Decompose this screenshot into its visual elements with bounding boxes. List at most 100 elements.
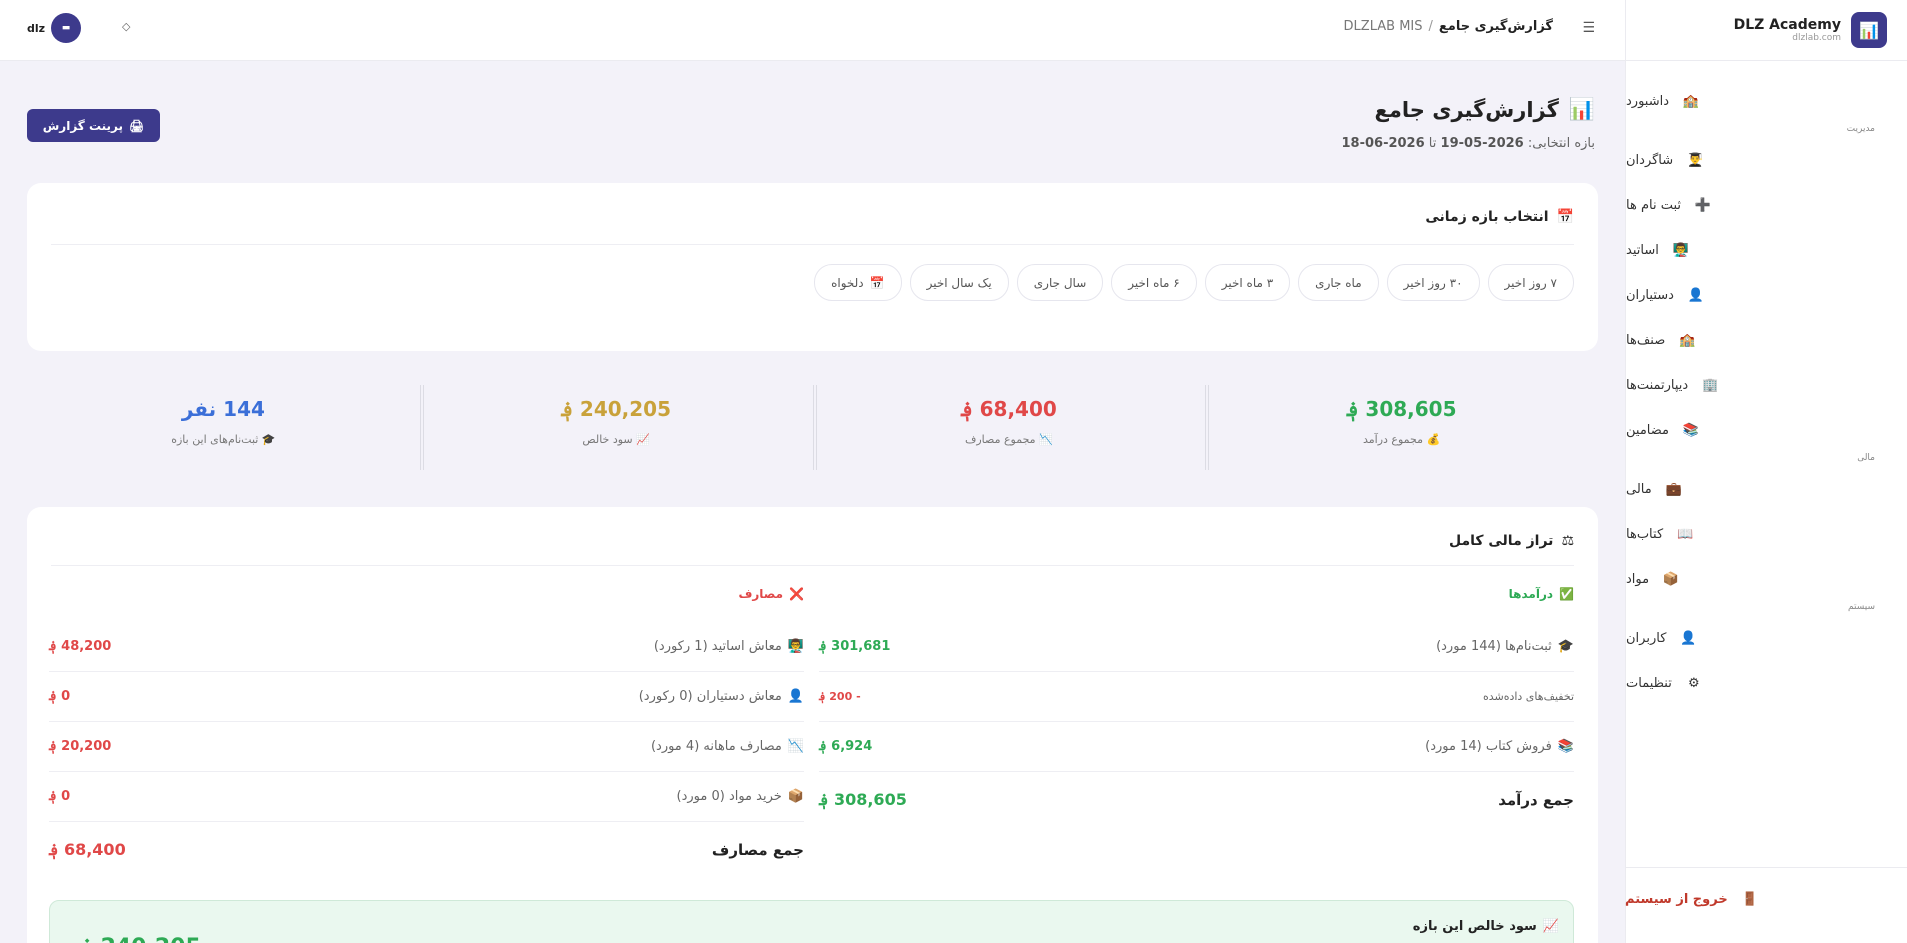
expense-row-text: معاش دستیاران (0 رکورد) <box>638 689 782 704</box>
sidebar-item[interactable]: ➕ ثبت نام ها <box>1626 183 1907 228</box>
income-row-label: تخفیف‌های داده‌شده <box>1483 690 1574 703</box>
user-menu[interactable]: dlz ▬ <box>27 13 82 43</box>
logout-label: خروج از سیستم <box>1625 892 1728 907</box>
income-row-text: فروش کتاب (14 مورد) <box>1425 739 1552 754</box>
income-row-value: 6,924 ؋ <box>819 739 873 754</box>
sidebar-item[interactable]: 🏢 دیپارتمنت‌ها <box>1626 363 1907 408</box>
nav-icon: 🏢 <box>1702 378 1719 393</box>
range-to-word: تا <box>1428 136 1437 151</box>
sidebar-item[interactable]: 👨‍🏫 اساتید <box>1626 228 1907 273</box>
sidebar-item[interactable]: ⚙ تنظیمات <box>1626 661 1907 706</box>
expense-row-label: 📦 خرید مواد (0 مورد) <box>677 789 805 804</box>
brand[interactable]: DLZ Academy dlzlab.com 📊 <box>1626 0 1907 61</box>
sidebar-item-label: دستیاران <box>1626 288 1674 303</box>
brand-subtitle: dlzlab.com <box>1792 33 1841 43</box>
sidebar-item[interactable]: 👨‍🎓 شاگردان <box>1626 138 1907 183</box>
stat-icon: 🎓 <box>261 433 276 446</box>
expense-row-value: 0 ؋ <box>49 789 71 804</box>
range-chip-label: ۷ روز اخیر <box>1504 275 1557 290</box>
stat-icon: 📈 <box>636 433 650 446</box>
stat-card: 308,605 ؋ 💰 مجموع درآمد <box>1205 385 1598 470</box>
divider <box>51 244 1574 245</box>
sidebar-item-label: کاربران <box>1626 631 1667 646</box>
theme-toggle-icon[interactable]: ◇ <box>122 20 130 33</box>
range-chip[interactable]: سال جاری <box>1016 264 1104 301</box>
stat-value: 144 نفر <box>181 397 265 421</box>
expense-title: ❌ مصارف <box>49 583 804 605</box>
sidebar-item[interactable]: 🏫 داشبورد <box>1626 79 1907 124</box>
sidebar-item[interactable]: 👤 کاربران <box>1626 616 1907 661</box>
nav-icon: 💼 <box>1665 482 1682 497</box>
range-chips: ۷ روز اخیر ۳۰ روز اخیر ماه جاری ۳ ماه اخیر ۶… <box>814 264 1574 301</box>
range-chip[interactable]: ماه جاری <box>1298 264 1379 301</box>
stat-label: 🎓 ثبت‌نام‌های این بازه <box>27 433 420 446</box>
expense-row-text: مصارف ماهانه (4 مورد) <box>650 739 782 754</box>
range-card-title: 📅 انتخاب بازه زمانی <box>1425 209 1574 225</box>
income-row: 📚 فروش کتاب (14 مورد) 6,924 ؋ <box>819 722 1574 772</box>
breadcrumb-separator: / <box>1428 19 1433 34</box>
range-chip[interactable]: 📅 دلخواه <box>814 264 902 301</box>
printer-icon: 🖨 <box>129 118 145 133</box>
nav-icon: 📦 <box>1662 572 1680 587</box>
expense-row-value: 20,200 ؋ <box>49 739 112 754</box>
topbar: dlz ▬ ◇ گزارش‌گیری جامع / DLZLAB MIS ☰ <box>0 0 1625 61</box>
stat-value: 240,205 ؋ <box>561 397 672 421</box>
sidebar-item[interactable]: 👤 دستیاران <box>1626 273 1907 318</box>
nav-icon: 👨‍🎓 <box>1686 153 1704 168</box>
income-row-label: 📚 فروش کتاب (14 مورد) <box>1425 739 1574 754</box>
range-chip[interactable]: ۶ ماه اخیر <box>1111 264 1197 301</box>
nav-icon: 👨‍🏫 <box>1672 243 1689 258</box>
expense-row-text: خرید مواد (0 مورد) <box>676 789 782 804</box>
sidebar-item-label: کتاب‌ها <box>1626 527 1664 542</box>
nav-icon: 📚 <box>1682 423 1699 438</box>
expense-row: 📦 خرید مواد (0 مورد) 0 ؋ <box>49 772 804 822</box>
logout-button[interactable]: 🚪 خروج از سیستم <box>1625 867 1907 931</box>
sidebar-item[interactable]: 📚 مضامین <box>1626 408 1907 453</box>
brand-text: DLZ Academy dlzlab.com <box>1734 17 1841 43</box>
sidebar-item[interactable]: 📖 کتاب‌ها <box>1626 512 1907 557</box>
range-chip[interactable]: یک سال اخیر <box>909 264 1009 301</box>
range-chip[interactable]: ۷ روز اخیر <box>1487 264 1574 301</box>
menu-icon[interactable]: ☰ <box>1582 20 1595 36</box>
sidebar-item-label: مالی <box>1626 482 1652 497</box>
sidebar-item-label: تنظیمات <box>1626 676 1672 691</box>
breadcrumb-root[interactable]: DLZLAB MIS <box>1344 19 1423 34</box>
nav-icon: 🏫 <box>1679 333 1696 348</box>
check-icon: ✅ <box>1559 587 1574 601</box>
door-icon: 🚪 <box>1741 892 1758 907</box>
range-card-title-text: انتخاب بازه زمانی <box>1425 209 1549 225</box>
expense-row-label: 👨‍🏫 معاش اساتید (1 رکورد) <box>654 639 804 654</box>
stat-label-text: سود خالص <box>582 433 633 446</box>
income-row-value: 301,681 ؋ <box>819 639 891 654</box>
sidebar-item[interactable]: 📦 مواد <box>1626 557 1907 602</box>
expense-row: 👤 معاش دستیاران (0 رکورد) 0 ؋ <box>49 672 804 722</box>
range-from: 2026-05-19 <box>1440 136 1524 151</box>
range-chip-label: ۳ ماه اخیر <box>1221 275 1274 290</box>
nav-icon: 👤 <box>1680 631 1697 646</box>
stat-divider <box>812 385 817 470</box>
nav-section-label: سیستم <box>1848 602 1875 612</box>
expense-total-value: 68,400 ؋ <box>49 840 126 859</box>
net-profit-box: 📈 سود خالص این بازه 240,205 ؋ <box>49 900 1574 943</box>
scale-icon: ⚖ <box>1561 533 1574 549</box>
page-title-text: گزارش‌گیری جامع <box>1374 97 1559 122</box>
cross-icon: ❌ <box>789 587 804 601</box>
income-title: ✅ درآمدها <box>819 583 1574 605</box>
row-icon: 👨‍🏫 <box>787 639 804 654</box>
row-icon: 📦 <box>787 789 804 804</box>
income-column: ✅ درآمدها 🎓 ثبت‌نام‌ها (144 مورد) 301,681 … <box>819 583 1574 827</box>
range-chip[interactable]: ۳۰ روز اخیر <box>1386 264 1480 301</box>
stat-icon: 📉 <box>1039 433 1053 446</box>
print-report-button[interactable]: 🖨 پرینت گزارش <box>27 109 160 142</box>
expense-row-label: 📉 مصارف ماهانه (4 مورد) <box>651 739 804 754</box>
sidebar-item[interactable]: 🏫 صنف‌ها <box>1626 318 1907 363</box>
range-chip-label: سال جاری <box>1033 275 1087 290</box>
expense-column: ❌ مصارف 👨‍🏫 معاش اساتید (1 رکورد) 48,200 ؋… <box>49 583 804 877</box>
range-to: 2026-06-18 <box>1341 136 1425 151</box>
bar-chart-icon: 📊 <box>1568 97 1595 121</box>
stat-label: 📈 سود خالص <box>420 433 813 446</box>
sidebar-item[interactable]: 💼 مالی <box>1626 467 1907 512</box>
range-chip[interactable]: ۳ ماه اخیر <box>1204 264 1291 301</box>
row-icon: 📚 <box>1557 739 1574 754</box>
sidebar: DLZ Academy dlzlab.com 📊 🏫 داشبورد مدیریت 👨… <box>1625 0 1907 943</box>
